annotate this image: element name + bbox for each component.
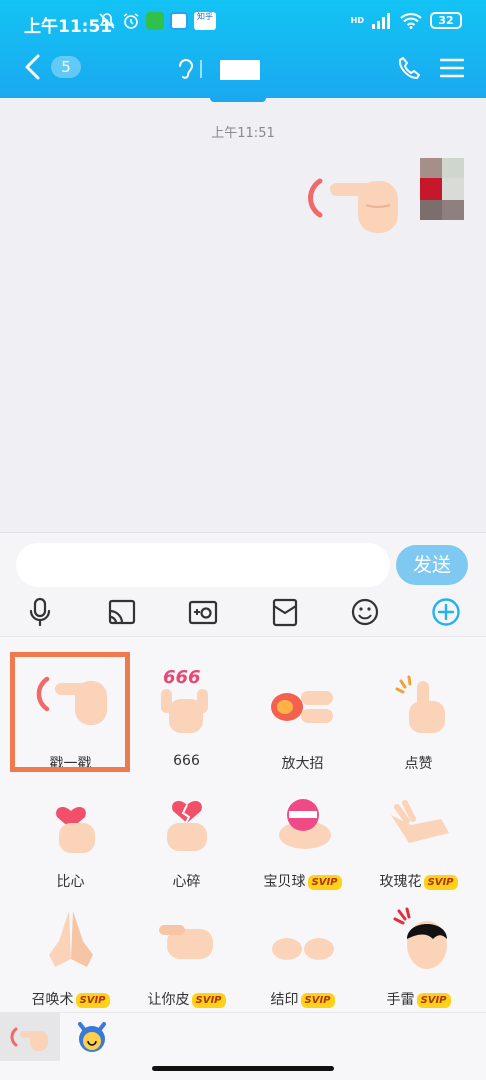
emoji-summon[interactable]: 召唤术 SVIP xyxy=(10,891,131,1009)
title-divider xyxy=(200,60,202,78)
alarm-icon xyxy=(123,13,139,29)
poke-tab-icon xyxy=(10,1027,48,1051)
emoji-label: 心碎 xyxy=(172,874,201,890)
fists-icon xyxy=(272,938,334,960)
selected-emoji-highlight xyxy=(10,652,130,772)
status-system-icons: HD 32 xyxy=(351,12,462,29)
emoji-label: 点赞 xyxy=(404,756,433,772)
title-bar: 上午11:51 知乎 HD 32 5 xyxy=(0,0,486,98)
emoji-rose[interactable]: 玫瑰花 SVIP xyxy=(358,773,479,891)
avatar-pixel xyxy=(442,200,464,220)
emoji-like[interactable]: 点赞 xyxy=(358,655,479,773)
svip-badge: SVIP xyxy=(300,993,335,1008)
menu-icon[interactable] xyxy=(440,57,464,79)
tab-devil[interactable] xyxy=(62,1013,122,1061)
emoji-666[interactable]: 666 666 xyxy=(126,655,247,773)
shaka-hand-icon: 666 xyxy=(161,667,208,733)
emoji-label: 宝贝球 SVIP xyxy=(242,871,363,891)
emoji-seal[interactable]: 结印 SVIP xyxy=(242,891,363,1009)
ear-icon[interactable] xyxy=(176,58,194,80)
emoji-baby-ball[interactable]: 宝贝球 SVIP xyxy=(242,773,363,891)
contact-name-redacted xyxy=(220,60,260,80)
emoji-big-move[interactable]: 放大招 xyxy=(242,655,363,773)
message-timestamp: 上午11:51 xyxy=(211,126,275,141)
header-notch xyxy=(210,98,266,102)
status-notification-icons: 知乎 xyxy=(98,12,216,30)
emoji-tease[interactable]: 让你皮 SVIP xyxy=(126,891,247,1009)
screen-cast-icon[interactable] xyxy=(107,597,137,627)
svip-badge: SVIP xyxy=(423,875,458,890)
avatar-pixel xyxy=(420,158,442,178)
signal-icon xyxy=(372,12,390,29)
emoji-label: 召唤术 SVIP xyxy=(10,989,131,1009)
composer-toolbar xyxy=(0,593,486,633)
emoji-icon[interactable] xyxy=(350,597,380,627)
mute-icon xyxy=(99,13,115,29)
avatar-pixel xyxy=(420,178,442,200)
zhihu-icon: 知乎 xyxy=(194,12,216,30)
emoji-grenade[interactable]: 手雷 SVIP xyxy=(358,891,479,1009)
tab-poke[interactable] xyxy=(0,1013,60,1061)
network-type-label: HD xyxy=(350,16,364,25)
finger-heart-icon xyxy=(56,806,95,853)
emoji-label: 666 xyxy=(173,753,200,769)
app-notification-icon xyxy=(170,12,188,30)
avatar-pixel xyxy=(442,158,464,178)
avatar[interactable] xyxy=(420,158,464,220)
wechat-icon xyxy=(146,12,164,30)
poke-emoji-message[interactable] xyxy=(306,165,402,235)
broken-heart-icon xyxy=(167,800,207,851)
emoji-heartbreak[interactable]: 心碎 xyxy=(126,773,247,891)
plus-icon[interactable] xyxy=(431,597,461,627)
nav-bar: 5 xyxy=(0,44,486,98)
message-input[interactable] xyxy=(16,543,390,587)
emoji-label: 让你皮 SVIP xyxy=(126,989,247,1009)
send-button[interactable]: 发送 xyxy=(396,545,468,585)
home-indicator[interactable] xyxy=(152,1066,334,1071)
praying-hands-icon xyxy=(49,911,93,967)
composer: 发送 xyxy=(0,532,486,636)
wifi-icon xyxy=(400,12,422,29)
svip-badge: SVIP xyxy=(416,993,451,1008)
camera-icon[interactable] xyxy=(188,597,218,627)
emoji-label: 手雷 SVIP xyxy=(358,989,479,1009)
svip-badge: SVIP xyxy=(191,993,226,1008)
avatar-pixel xyxy=(442,178,464,200)
pinching-hand-icon xyxy=(159,925,213,959)
fireball-hands-icon xyxy=(271,691,333,723)
avatar-pixel xyxy=(420,200,442,220)
emoji-label: 比心 xyxy=(56,874,85,890)
svip-badge: SVIP xyxy=(75,993,110,1008)
emoji-label: 玫瑰花 SVIP xyxy=(358,871,479,891)
thumbs-up-icon xyxy=(395,675,445,733)
red-packet-icon[interactable] xyxy=(270,597,300,627)
microphone-icon[interactable] xyxy=(25,597,55,627)
svip-badge: SVIP xyxy=(307,875,342,890)
emoji-label: 结印 SVIP xyxy=(242,989,363,1009)
phone-icon[interactable] xyxy=(398,56,420,80)
baby-ball-icon xyxy=(279,799,331,849)
emoji-finger-heart[interactable]: 比心 xyxy=(10,773,131,891)
grenade-head-icon xyxy=(393,907,447,969)
status-bar: 上午11:51 知乎 HD 32 xyxy=(0,0,486,44)
rose-hand-icon xyxy=(391,800,449,843)
six-six-six-glyphs: 666 xyxy=(163,667,201,688)
battery-indicator: 32 xyxy=(430,12,462,29)
unread-count-badge[interactable]: 5 xyxy=(51,56,81,78)
devil-face-icon xyxy=(78,1022,106,1052)
emoji-label: 放大招 xyxy=(281,756,324,772)
back-arrow-icon[interactable] xyxy=(22,54,46,80)
